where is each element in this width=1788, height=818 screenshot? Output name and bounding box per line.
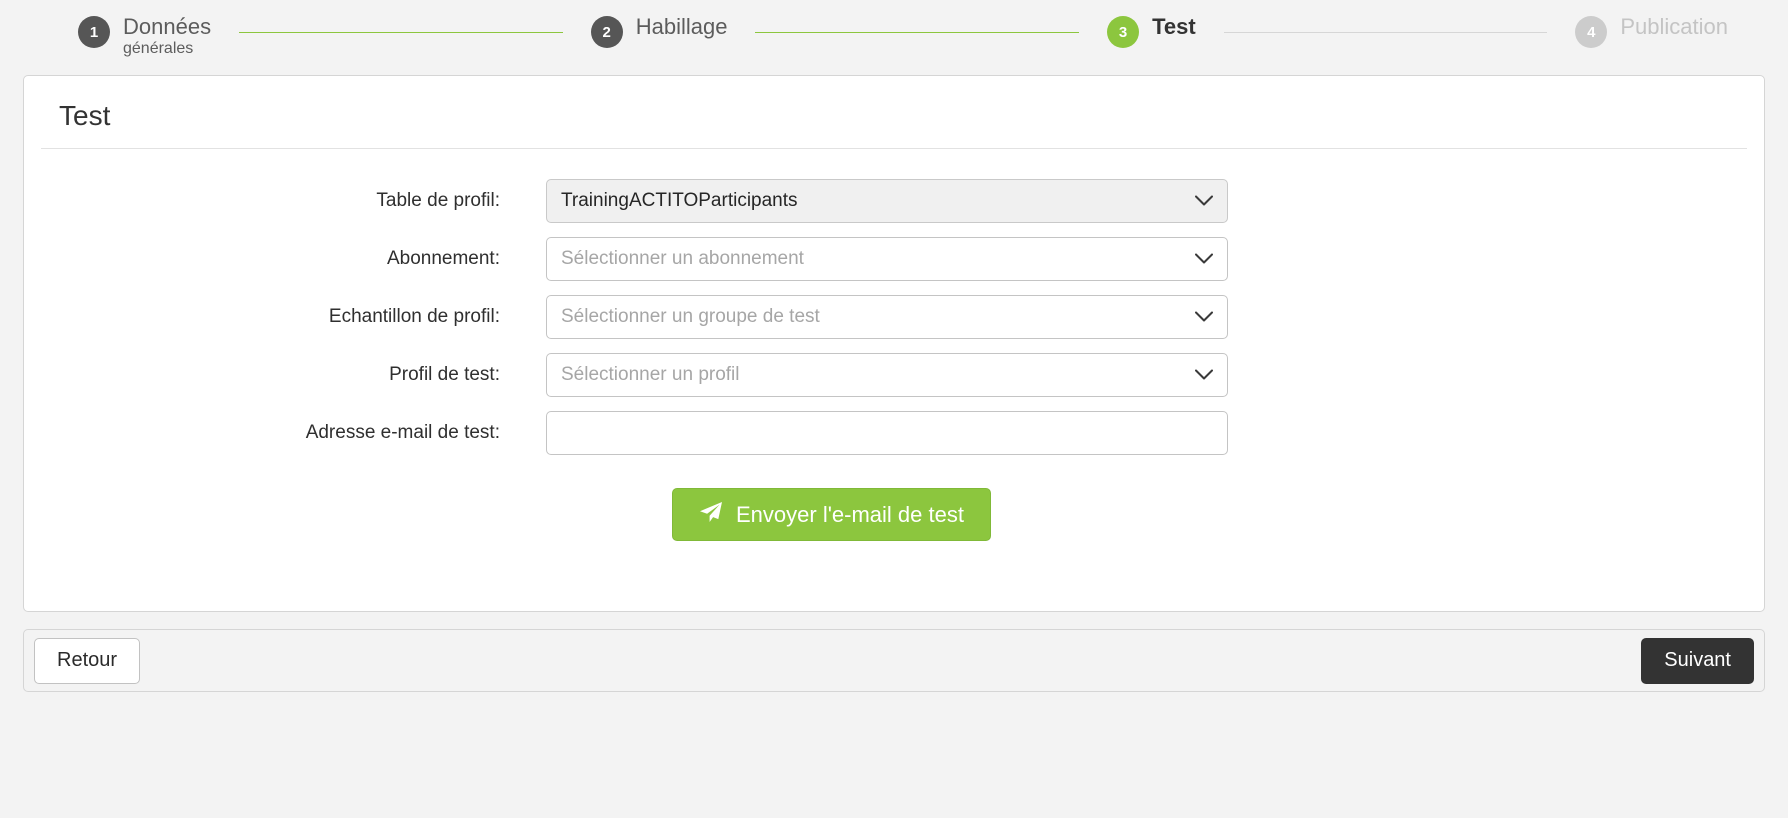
- step-4-label: Publication: [1620, 14, 1728, 40]
- step-4-primary-text: Publication: [1620, 14, 1728, 40]
- step-1-secondary-text: générales: [123, 40, 211, 59]
- send-test-email-button-label: Envoyer l'e-mail de test: [736, 502, 964, 528]
- select-profil-de-test[interactable]: Sélectionner un profil: [546, 353, 1228, 397]
- test-email-input[interactable]: [546, 411, 1228, 455]
- step-3-label: Test: [1152, 14, 1196, 40]
- step-3-number-badge: 3: [1107, 16, 1139, 48]
- select-abonnement[interactable]: Sélectionner un abonnement: [546, 237, 1228, 281]
- wizard-footer: Retour Suivant: [23, 629, 1765, 692]
- step-3-primary-text: Test: [1152, 14, 1196, 40]
- form-row-adresse-email-de-test: Adresse e-mail de test:: [24, 411, 1764, 455]
- step-3-test[interactable]: 3 Test: [1107, 0, 1196, 48]
- label-profil-de-test: Profil de test:: [24, 364, 546, 386]
- chevron-down-icon: [1195, 370, 1213, 381]
- connector-step3-step4: [1224, 32, 1548, 33]
- select-echantillon-de-profil[interactable]: Sélectionner un groupe de test: [546, 295, 1228, 339]
- select-table-de-profil[interactable]: TrainingACTITOParticipants: [546, 179, 1228, 223]
- select-abonnement-placeholder: Sélectionner un abonnement: [561, 248, 804, 270]
- submit-spacer: [24, 488, 546, 541]
- step-1-donnees-generales[interactable]: 1 Données générales: [78, 0, 211, 59]
- select-echantillon-de-profil-placeholder: Sélectionner un groupe de test: [561, 306, 820, 328]
- connector-step1-step2: [239, 32, 563, 33]
- step-2-habillage[interactable]: 2 Habillage: [591, 0, 728, 48]
- label-echantillon-de-profil: Echantillon de profil:: [24, 306, 546, 328]
- label-adresse-email-de-test: Adresse e-mail de test:: [24, 422, 546, 444]
- chevron-down-icon: [1195, 196, 1213, 207]
- form-row-abonnement: Abonnement: Sélectionner un abonnement: [24, 237, 1764, 281]
- back-button[interactable]: Retour: [34, 638, 140, 684]
- test-form: Table de profil: TrainingACTITOParticipa…: [24, 149, 1764, 541]
- step-2-number-badge: 2: [591, 16, 623, 48]
- form-row-profil-de-test: Profil de test: Sélectionner un profil: [24, 353, 1764, 397]
- step-2-label: Habillage: [636, 14, 728, 40]
- chevron-down-icon: [1195, 254, 1213, 265]
- wizard-stepper: 1 Données générales 2 Habillage 3 Test 4…: [0, 0, 1788, 60]
- select-table-de-profil-value: TrainingACTITOParticipants: [561, 190, 798, 212]
- step-2-primary-text: Habillage: [636, 14, 728, 40]
- test-panel: Test Table de profil: TrainingACTITOPart…: [23, 75, 1765, 612]
- send-test-email-row: Envoyer l'e-mail de test: [24, 488, 1764, 541]
- connector-step2-step3: [755, 32, 1079, 33]
- page-title: Test: [41, 76, 1747, 149]
- next-button[interactable]: Suivant: [1641, 638, 1754, 684]
- step-1-label: Données générales: [123, 14, 211, 59]
- step-4-number-badge: 4: [1575, 16, 1607, 48]
- step-4-publication[interactable]: 4 Publication: [1575, 0, 1728, 48]
- select-profil-de-test-placeholder: Sélectionner un profil: [561, 364, 740, 386]
- chevron-down-icon: [1195, 312, 1213, 323]
- step-1-primary-text: Données: [123, 14, 211, 40]
- paper-plane-icon: [699, 501, 723, 529]
- label-abonnement: Abonnement:: [24, 248, 546, 270]
- send-test-email-button[interactable]: Envoyer l'e-mail de test: [672, 488, 991, 541]
- label-table-de-profil: Table de profil:: [24, 190, 546, 212]
- form-row-echantillon-de-profil: Echantillon de profil: Sélectionner un g…: [24, 295, 1764, 339]
- step-1-number-badge: 1: [78, 16, 110, 48]
- form-row-table-de-profil: Table de profil: TrainingACTITOParticipa…: [24, 179, 1764, 223]
